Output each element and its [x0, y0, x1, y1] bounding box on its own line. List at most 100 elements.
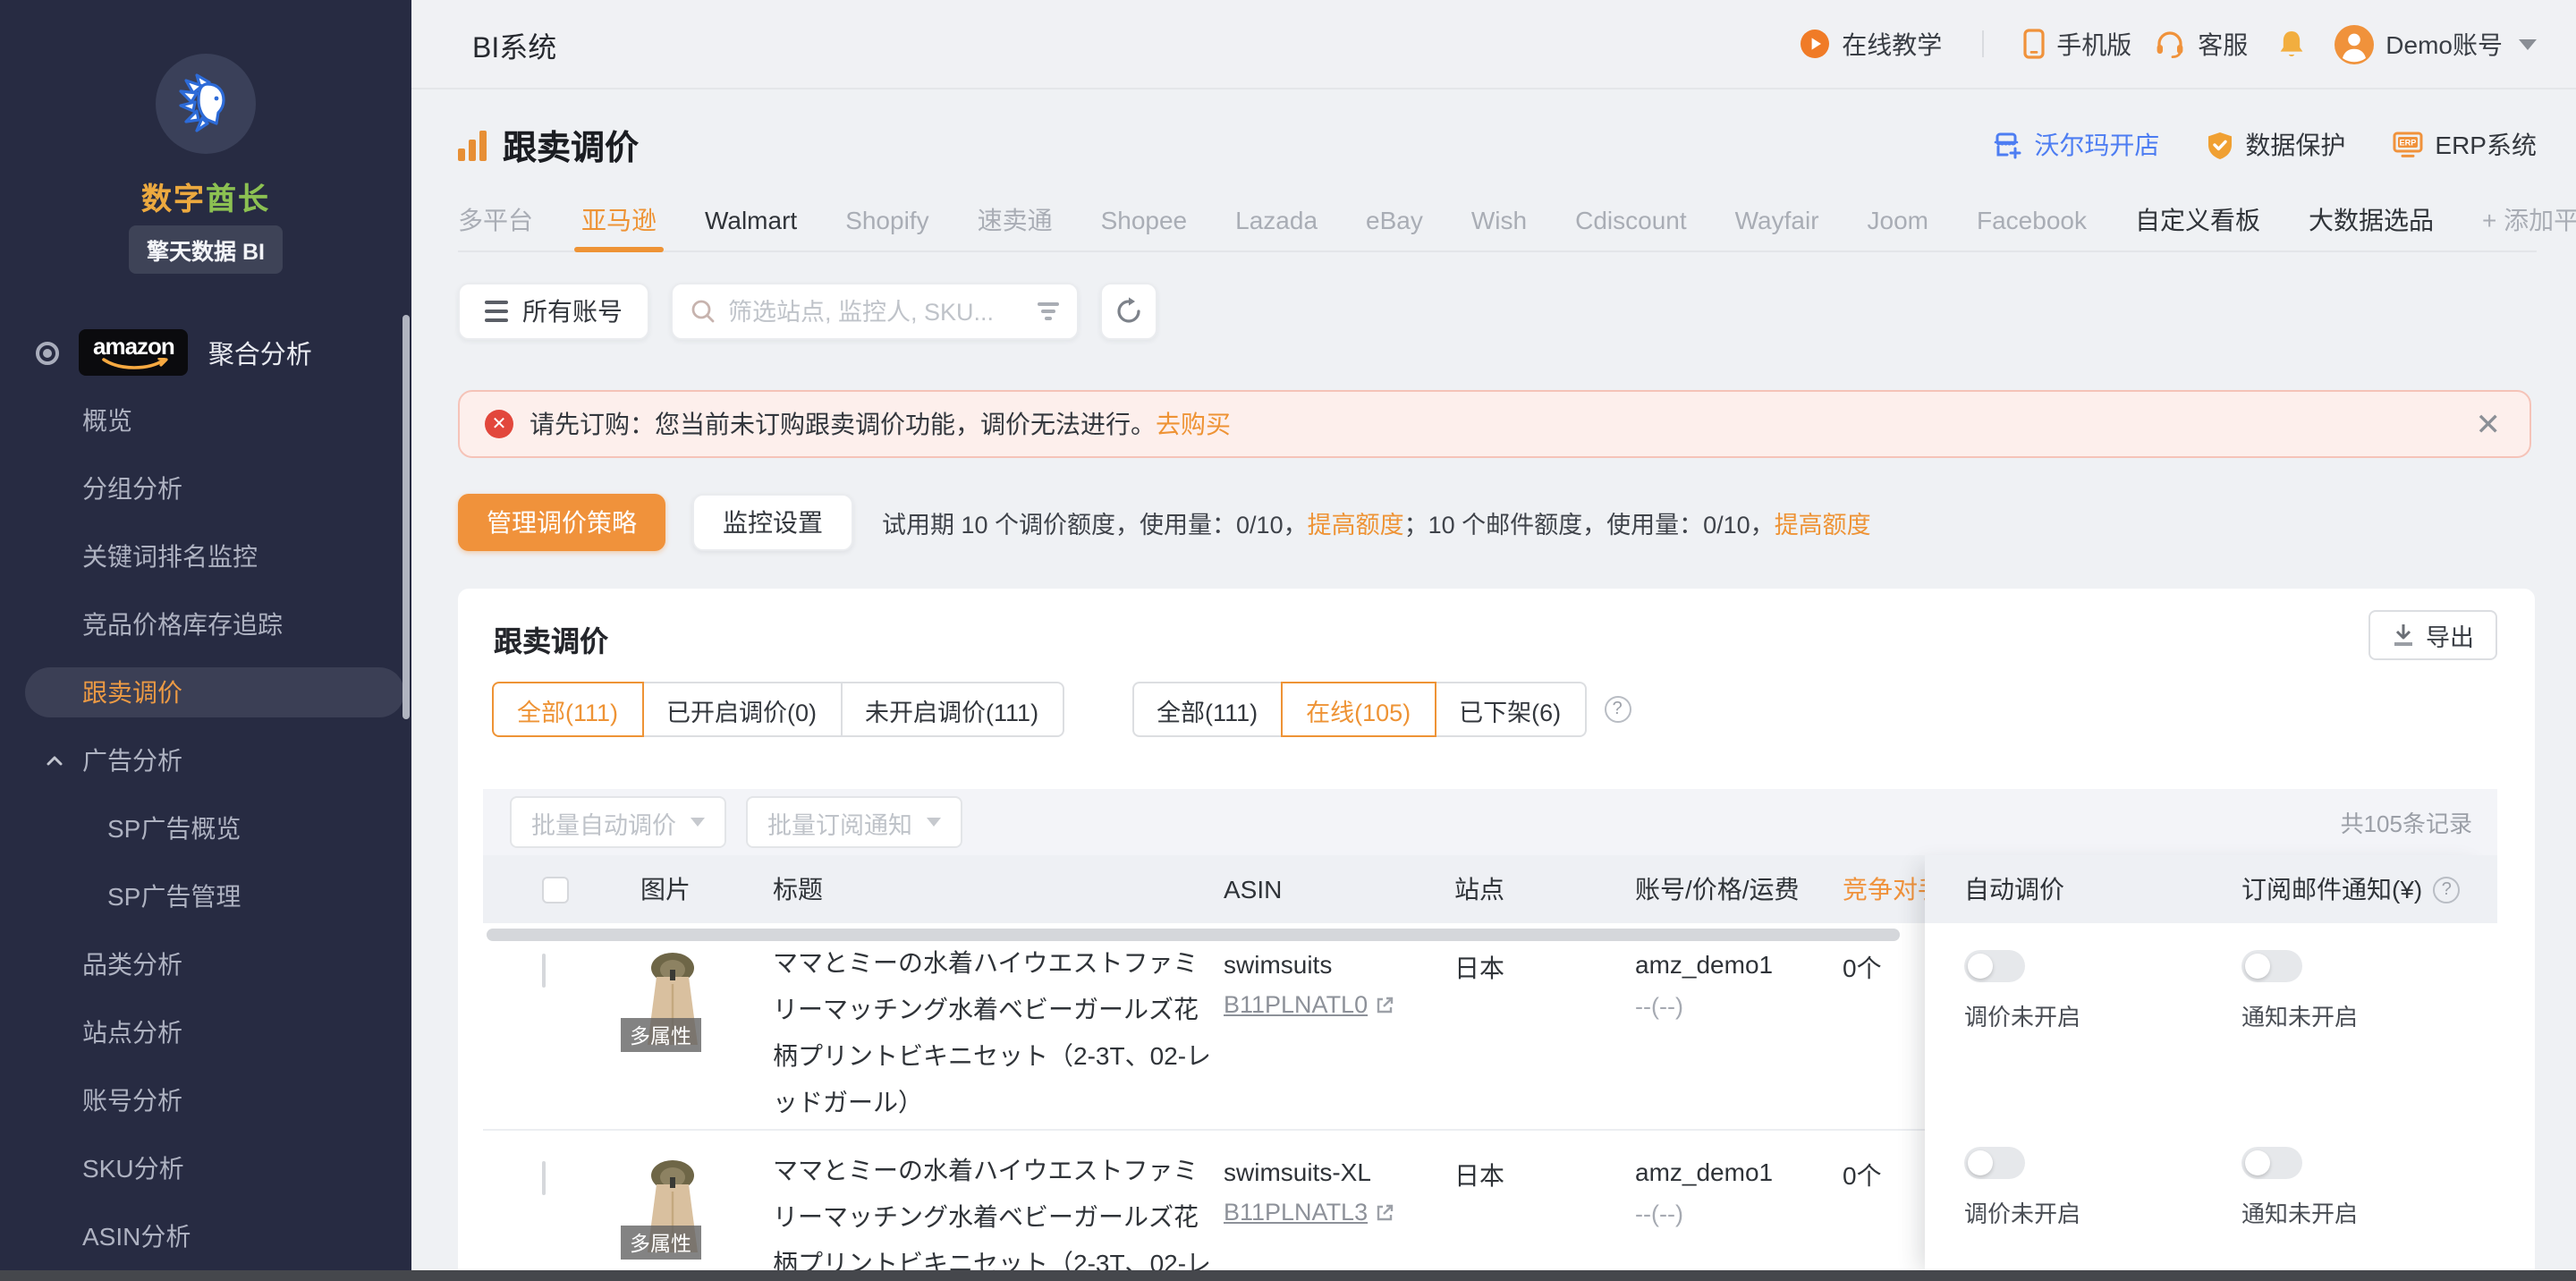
auto-reprice-toggle[interactable]	[1964, 1147, 2025, 1179]
column-title: 标题	[773, 855, 823, 923]
tab-wish[interactable]: Wish	[1471, 187, 1527, 251]
online-tutorial-label: 在线教学	[1842, 26, 1942, 62]
sidebar-item-sp-ad-overview[interactable]: SP广告概览	[0, 794, 411, 862]
tab-big-data-selection[interactable]: 大数据选品	[2309, 187, 2434, 251]
radio-selected-icon	[36, 341, 59, 364]
tab-lazada[interactable]: Lazada	[1235, 187, 1318, 251]
online-tutorial-link[interactable]: 在线教学	[1799, 26, 1942, 62]
record-count: 共105条记录	[2341, 805, 2472, 839]
customer-service-link[interactable]: 客服	[2153, 26, 2248, 62]
filter-row: 所有账号	[458, 283, 1157, 340]
tab-wayfair[interactable]: Wayfair	[1735, 187, 1819, 251]
sidebar-item-label: 概览	[82, 403, 132, 438]
notification-bell-icon[interactable]	[2276, 28, 2305, 60]
segment-delisted[interactable]: 已下架(6)	[1434, 682, 1586, 737]
product-title: ママとミーの水着ハイウエストファミリーマッチング水着ベビーガールズ花柄プリントビ…	[773, 1147, 1213, 1281]
tab-joom[interactable]: Joom	[1868, 187, 1928, 251]
erp-system-link[interactable]: ERP ERP系统	[2392, 127, 2537, 163]
reprice-status-label: 调价未开启	[1964, 998, 2080, 1032]
sidebar-item-competitor-tracking[interactable]: 竞品价格库存追踪	[0, 590, 411, 658]
help-icon[interactable]: ?	[2433, 876, 2460, 903]
sidebar-section-amazon[interactable]: amazon 聚合分析	[0, 327, 411, 378]
notify-status-label: 通知未开启	[2241, 998, 2358, 1032]
tab-walmart[interactable]: Walmart	[705, 187, 797, 251]
sidebar-item-asin-analysis[interactable]: ASIN分析	[0, 1202, 411, 1270]
sidebar-item-label: 竞品价格库存追踪	[82, 607, 283, 642]
filter-funnel-icon[interactable]	[1038, 302, 1059, 321]
auto-reprice-toggle[interactable]	[1964, 950, 2025, 982]
phone-icon	[2022, 29, 2044, 59]
horizontal-scrollbar[interactable]	[487, 929, 1900, 941]
chief-logo-icon	[172, 70, 240, 138]
row-checkbox[interactable]	[542, 1161, 546, 1195]
sidebar-menu: 概览 分组分析 关键词排名监控 竞品价格库存追踪 跟卖调价 广告分析 SP广告概…	[0, 386, 411, 1270]
segment-all[interactable]: 全部(111)	[492, 682, 643, 737]
product-image[interactable]: 多属性	[630, 948, 716, 1052]
tab-multi-platform[interactable]: 多平台	[458, 187, 533, 251]
sidebar-scrollbar[interactable]	[402, 315, 410, 719]
export-button[interactable]: 导出	[2368, 610, 2497, 660]
notify-toggle[interactable]	[2241, 950, 2302, 982]
product-sku: swimsuits	[1224, 950, 1332, 979]
search-input[interactable]	[728, 298, 1025, 325]
tab-shopify[interactable]: Shopify	[845, 187, 928, 251]
sidebar-section-label: 聚合分析	[208, 334, 312, 371]
brand-name-first: 数字	[141, 182, 206, 216]
product-image[interactable]: 多属性	[630, 1156, 716, 1260]
batch-auto-reprice-dropdown[interactable]: 批量自动调价	[510, 796, 726, 848]
tab-custom-dashboard[interactable]: 自定义看板	[2135, 187, 2260, 251]
sidebar-item-follow-sell-reprice[interactable]: 跟卖调价	[0, 658, 411, 726]
card-title: 跟卖调价	[494, 617, 608, 660]
column-notify: 订阅邮件通知(¥) ?	[2241, 855, 2460, 923]
account-name: amz_demo1	[1635, 1158, 1773, 1186]
mobile-version-link[interactable]: 手机版	[2022, 26, 2131, 62]
monitor-settings-button[interactable]: 监控设置	[692, 494, 853, 551]
sidebar-item-sku-analysis[interactable]: SKU分析	[0, 1134, 411, 1202]
table: 批量自动调价 批量订阅通知 共105条记录 图片 标题 ASIN 站点	[483, 789, 2497, 1281]
sidebar-item-account-analysis[interactable]: 账号分析	[0, 1066, 411, 1134]
refresh-button[interactable]	[1100, 283, 1157, 340]
sidebar-item-overview[interactable]: 概览	[0, 386, 411, 454]
row-checkbox[interactable]	[542, 954, 546, 988]
notify-toggle[interactable]	[2241, 1147, 2302, 1179]
sidebar-item-category-analysis[interactable]: 品类分析	[0, 930, 411, 998]
asin-link[interactable]: B11PLNATL3	[1224, 1199, 1393, 1226]
notify-status-label: 通知未开启	[2241, 1195, 2358, 1229]
tab-aliexpress[interactable]: 速卖通	[978, 187, 1053, 251]
tab-shopee[interactable]: Shopee	[1101, 187, 1188, 251]
close-icon[interactable]: ✕	[2476, 409, 2502, 439]
sidebar-item-label: 站点分析	[82, 1014, 182, 1050]
tab-cdiscount[interactable]: Cdiscount	[1575, 187, 1687, 251]
sidebar-item-sp-ad-manage[interactable]: SP广告管理	[0, 862, 411, 930]
raise-quota-link-2[interactable]: 提高额度	[1775, 512, 1871, 539]
tab-amazon[interactable]: 亚马逊	[581, 187, 657, 251]
segment-reprice-on[interactable]: 已开启调价(0)	[641, 682, 842, 737]
help-icon[interactable]: ?	[1604, 696, 1631, 723]
tab-add-platform[interactable]: + 添加平台	[2482, 187, 2576, 251]
brand-name: 数字酋长	[0, 174, 411, 218]
manage-strategy-button[interactable]: 管理调价策略	[458, 494, 665, 551]
segment-all-listings[interactable]: 全部(111)	[1131, 682, 1283, 737]
chevron-up-icon	[47, 755, 63, 766]
raise-quota-link-1[interactable]: 提高额度	[1308, 512, 1404, 539]
select-all-checkbox[interactable]	[542, 876, 569, 903]
data-protection-link[interactable]: 数据保护	[2206, 127, 2345, 163]
page-header: 跟卖调价 沃尔玛开店 数据保护 ERP ERP系统	[458, 115, 2537, 175]
go-purchase-link[interactable]: 去购买	[1156, 406, 1231, 442]
batch-subscribe-dropdown[interactable]: 批量订阅通知	[746, 796, 962, 848]
column-account-price: 账号/价格/运费	[1635, 855, 1800, 923]
tab-facebook[interactable]: Facebook	[1977, 187, 2087, 251]
toolbar: 管理调价策略 监控设置 试用期 10 个调价额度，使用量：0/10，提高额度；1…	[458, 494, 1871, 551]
user-menu[interactable]: Demo账号	[2334, 24, 2537, 64]
sidebar-item-group-analysis[interactable]: 分组分析	[0, 454, 411, 522]
walmart-open-store-link[interactable]: 沃尔玛开店	[1993, 127, 2159, 163]
fixed-right-columns: 自动调价 订阅邮件通知(¥) ? 调价未开启 通知未开启 调价未开启 通知未开启	[1925, 855, 2497, 1281]
segment-reprice-off[interactable]: 未开启调价(111)	[840, 682, 1063, 737]
tab-ebay[interactable]: eBay	[1366, 187, 1423, 251]
segment-online[interactable]: 在线(105)	[1281, 682, 1436, 737]
sidebar-item-site-analysis[interactable]: 站点分析	[0, 998, 411, 1066]
sidebar-item-keyword-rank[interactable]: 关键词排名监控	[0, 522, 411, 590]
asin-link[interactable]: B11PLNATL0	[1224, 991, 1393, 1018]
sidebar-group-ad-analysis[interactable]: 广告分析	[0, 726, 411, 794]
all-accounts-button[interactable]: 所有账号	[458, 283, 649, 340]
